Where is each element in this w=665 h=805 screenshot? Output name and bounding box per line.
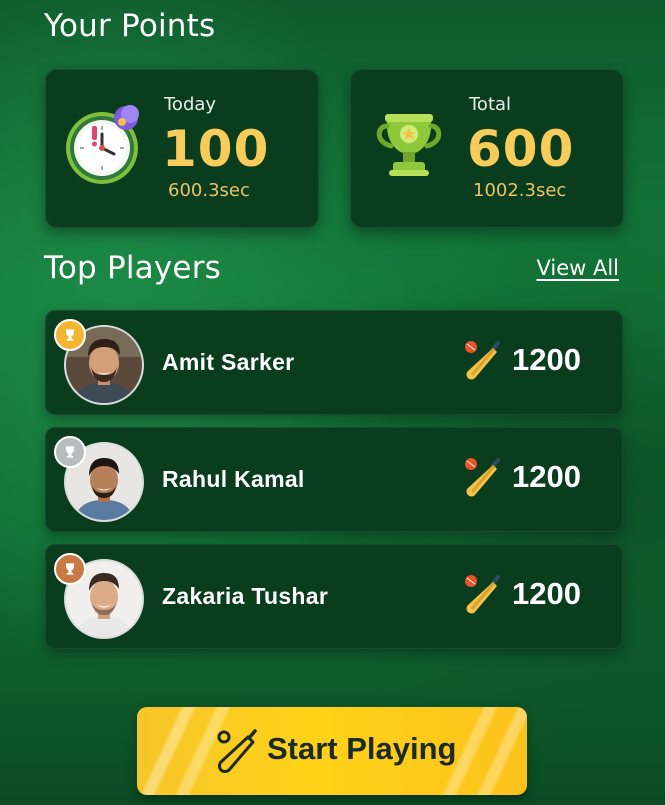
player-score: 1200 <box>512 576 581 611</box>
view-all-link[interactable]: View All <box>536 256 619 280</box>
total-label: Total <box>469 94 512 115</box>
bronze-medal-icon <box>54 553 86 585</box>
today-time: 600.3sec <box>168 180 250 201</box>
trophy-icon <box>376 114 442 176</box>
today-points-card: Today 100 600.3sec <box>45 69 319 228</box>
player-score: 1200 <box>512 342 581 377</box>
start-playing-button[interactable]: Start Playing <box>137 707 527 795</box>
cricket-bat-icon <box>465 575 500 614</box>
total-time: 1002.3sec <box>473 180 567 201</box>
gold-medal-icon <box>54 319 86 351</box>
points-title: Your Points <box>44 8 216 44</box>
player-card[interactable]: Amit Sarker 1200 <box>45 310 623 415</box>
player-name: Rahul Kamal <box>162 466 305 492</box>
cricket-bat-icon <box>465 341 500 380</box>
start-playing-label: Start Playing <box>267 731 457 766</box>
player-score: 1200 <box>512 459 581 494</box>
stopwatch-icon <box>66 105 139 184</box>
today-points-value: 100 <box>162 120 270 178</box>
silver-medal-icon <box>54 436 86 468</box>
today-label: Today <box>164 94 217 115</box>
player-card[interactable]: Rahul Kamal 1200 <box>45 427 623 532</box>
cricket-bat-icon <box>465 458 500 497</box>
player-name: Amit Sarker <box>162 349 295 375</box>
top-players-title: Top Players <box>44 250 221 286</box>
total-points-card: Total 600 1002.3sec <box>350 69 624 228</box>
cricket-bat-icon <box>217 729 257 773</box>
total-points-value: 600 <box>467 120 575 178</box>
player-card[interactable]: Zakaria Tushar 1200 <box>45 544 623 649</box>
player-name: Zakaria Tushar <box>162 583 329 609</box>
